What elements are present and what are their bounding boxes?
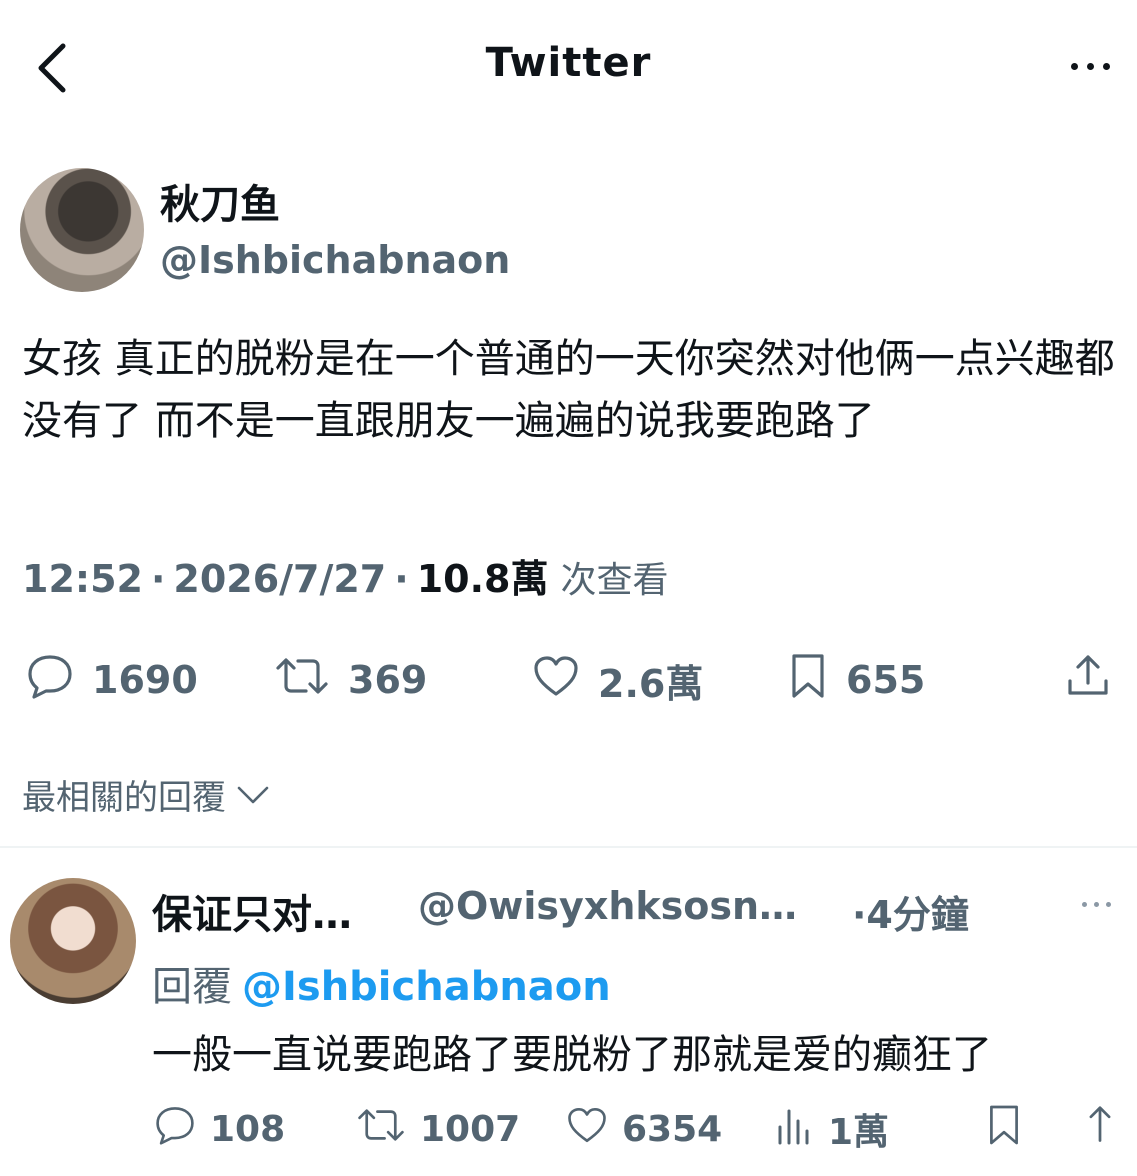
page-title: Twitter — [485, 40, 652, 86]
replying-to: 回覆 @Ishbichabnaon — [152, 954, 611, 1012]
tweet-text: 女孩 真正的脱粉是在一个普通的一天你突然对他俩一点兴趣都没有了 而不是一直跟朋友… — [22, 336, 1115, 444]
bookmark-count: 655 — [846, 658, 926, 702]
avatar[interactable] — [20, 168, 144, 292]
divider — [0, 846, 1137, 848]
retweet-button[interactable]: 369 — [274, 652, 427, 708]
reply-icon — [26, 653, 74, 708]
analytics-icon — [774, 1105, 814, 1154]
author-display-name[interactable]: 秋刀鱼 — [160, 172, 280, 230]
tweet-views-count: 10.8萬 — [416, 557, 549, 601]
bookmark-icon — [986, 1103, 1022, 1156]
like-button[interactable]: 2.6萬 — [532, 652, 703, 708]
tweet-time[interactable]: 12:52 — [22, 557, 143, 601]
retweet-icon — [274, 656, 330, 705]
tweet-views-label: 次查看 — [560, 560, 669, 601]
bookmark-button[interactable]: 655 — [788, 652, 925, 708]
reply-count: 1690 — [92, 658, 198, 702]
reply-author-handle[interactable]: @Owisyxhksosn… — [418, 884, 797, 928]
reply-text: 一般一直说要跑路了要脱粉了那就是爱的癫狂了 — [152, 1032, 992, 1078]
reply-sort-dropdown[interactable]: 最相關的回覆 — [22, 770, 270, 819]
reply-retweet-count: 1007 — [420, 1108, 521, 1150]
heart-icon — [566, 1105, 608, 1154]
share-icon — [1066, 653, 1110, 708]
reply-reply-button[interactable]: 108 — [154, 1106, 285, 1152]
reply-share-button[interactable] — [1080, 1104, 1120, 1155]
author-handle[interactable]: @Ishbichabnaon — [160, 238, 510, 282]
tweet-meta: 12:52 · 2026/7/27 · 10.8萬 次查看 — [22, 548, 668, 603]
avatar[interactable] — [10, 878, 136, 1004]
reply-author-display-name[interactable]: 保证只对… — [152, 882, 352, 940]
reply-reply-count: 108 — [210, 1108, 286, 1150]
reply-time[interactable]: ·4分鐘 — [852, 884, 969, 939]
more-horizontal-icon[interactable] — [1060, 46, 1120, 86]
reply-views-button[interactable]: 1萬 — [774, 1105, 890, 1154]
share-icon — [1080, 1104, 1120, 1155]
chevron-down-icon — [236, 775, 270, 815]
reply-button[interactable]: 1690 — [26, 652, 198, 708]
reply-sort-label: 最相關的回覆 — [22, 778, 226, 818]
reply-views-count: 1萬 — [828, 1112, 890, 1153]
heart-icon — [532, 654, 580, 707]
share-button[interactable] — [1066, 652, 1110, 708]
bookmark-icon — [788, 652, 828, 709]
replying-to-label: 回覆 — [152, 964, 232, 1010]
replying-to-mention[interactable]: @Ishbichabnaon — [242, 964, 611, 1010]
reply-bookmark-button[interactable] — [986, 1105, 1022, 1152]
retweet-icon — [356, 1107, 406, 1152]
more-horizontal-icon[interactable] — [1082, 898, 1122, 910]
reply-icon — [154, 1105, 196, 1154]
retweet-count: 369 — [348, 658, 428, 702]
reply-retweet-button[interactable]: 1007 — [356, 1106, 520, 1152]
reply-like-button[interactable]: 6354 — [566, 1106, 722, 1152]
like-count: 2.6萬 — [598, 661, 704, 706]
reply-like-count: 6354 — [622, 1108, 723, 1150]
tweet-date[interactable]: 2026/7/27 — [173, 557, 386, 601]
